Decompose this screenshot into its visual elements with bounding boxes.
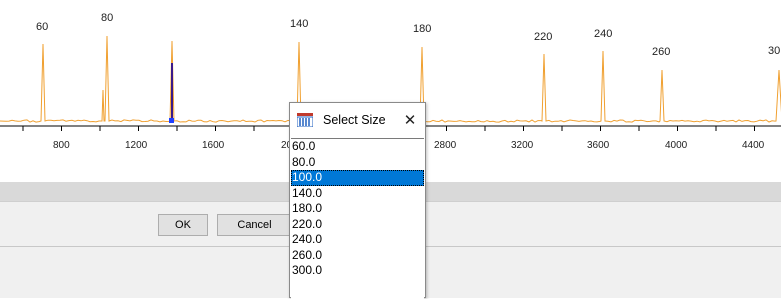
tick-label-1600: 1600 (202, 140, 225, 151)
close-icon[interactable]: ✕ (399, 109, 421, 131)
size-list-item[interactable]: 140.0 (291, 186, 424, 202)
cancel-button[interactable]: Cancel (217, 214, 292, 236)
ok-button[interactable]: OK (158, 214, 208, 236)
peak-label-220: 220 (534, 31, 552, 43)
size-list[interactable]: 60.0 80.0 100.0 140.0 180.0 220.0 240.0 260.0 30… (291, 138, 424, 299)
peak-label-300: 30 (768, 45, 780, 57)
peak-label-60: 60 (36, 21, 48, 33)
size-list-item[interactable]: 80.0 (291, 155, 424, 171)
tick-label-4000: 4000 (665, 140, 688, 151)
size-list-item[interactable]: 180.0 (291, 201, 424, 217)
selected-peak-dot (169, 118, 174, 123)
peak-label-140: 140 (290, 18, 308, 30)
peak-label-260: 260 (652, 46, 670, 58)
size-list-item[interactable]: 60.0 (291, 139, 424, 155)
tick-label-4400: 4400 (742, 140, 765, 151)
tick-label-3600: 3600 (587, 140, 610, 151)
select-size-popup: Select Size ✕ 60.0 80.0 100.0 140.0 180.0 220… (289, 102, 426, 299)
size-list-item[interactable]: 240.0 (291, 232, 424, 248)
tick-label-3200: 3200 (511, 140, 534, 151)
popup-title-bar[interactable]: Select Size ✕ (290, 103, 425, 137)
size-list-item[interactable]: 300.0 (291, 263, 424, 279)
peak-label-240: 240 (594, 28, 612, 40)
size-list-item[interactable]: 220.0 (291, 217, 424, 233)
size-list-item[interactable]: 260.0 (291, 248, 424, 264)
peak-label-80: 80 (101, 12, 113, 24)
tick-label-800: 800 (53, 140, 70, 151)
tick-label-2800: 2800 (434, 140, 457, 151)
tick-label-1200: 1200 (125, 140, 148, 151)
size-list-item[interactable]: 100.0 (291, 170, 424, 186)
ladder-icon (296, 113, 314, 128)
peak-label-180: 180 (413, 23, 431, 35)
popup-title: Select Size (323, 113, 386, 127)
